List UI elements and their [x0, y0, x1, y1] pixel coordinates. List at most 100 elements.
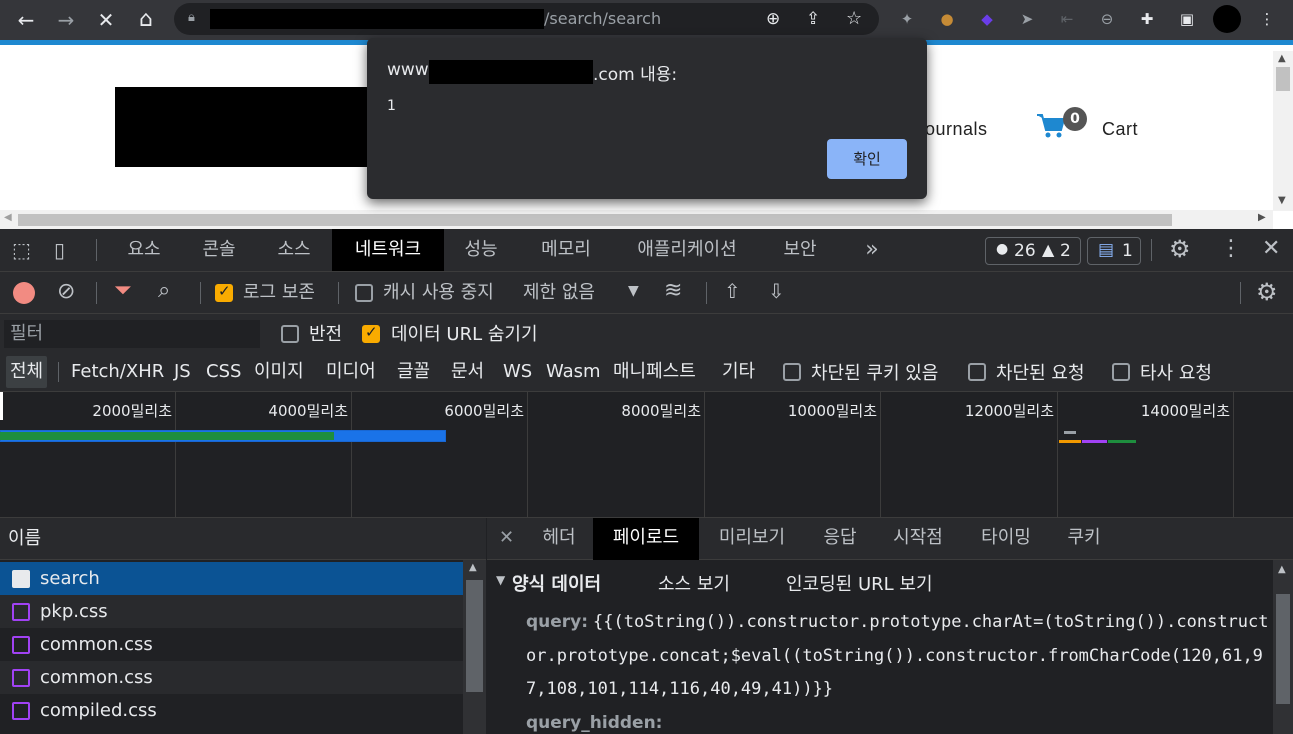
block-icon[interactable]: ⊖: [1096, 8, 1118, 30]
scrollbar-thumb[interactable]: [466, 580, 483, 692]
sidepanel-icon[interactable]: ▣: [1176, 8, 1198, 30]
scrollbar-thumb[interactable]: [18, 214, 1172, 226]
close-detail-icon[interactable]: ✕: [499, 527, 514, 548]
tab-preview[interactable]: 미리보기: [707, 518, 797, 560]
throttling-dropdown-icon[interactable]: ▼: [628, 283, 639, 299]
collapse-triangle-icon[interactable]: ▼: [496, 573, 505, 587]
error-warning-counter[interactable]: ● 26 ▲ 2: [985, 237, 1081, 265]
type-doc[interactable]: 문서: [447, 356, 488, 388]
form-data-title[interactable]: 양식 데이터: [512, 570, 601, 596]
nav-journals-link[interactable]: ournals: [925, 119, 988, 140]
invert-checkbox[interactable]: [281, 325, 299, 343]
scroll-left-icon[interactable]: ◀: [4, 212, 12, 223]
tab-security[interactable]: 보안: [768, 229, 832, 271]
type-ws[interactable]: WS: [499, 356, 536, 388]
network-overview-timeline[interactable]: 2000밀리초 4000밀리초 6000밀리초 8000밀리초 10000밀리초…: [0, 392, 1293, 518]
disable-cache-checkbox[interactable]: [355, 284, 373, 302]
scroll-up-icon[interactable]: ▲: [1278, 564, 1286, 575]
clear-icon[interactable]: ⊘: [57, 279, 75, 304]
tab-elements[interactable]: 요소: [112, 229, 176, 271]
extension-puzzle-icon[interactable]: ✦: [896, 8, 918, 30]
view-url-encoded-link[interactable]: 인코딩된 URL 보기: [786, 570, 933, 596]
alert-ok-button[interactable]: 확인: [827, 139, 907, 179]
type-fonts[interactable]: 글꼴: [393, 356, 434, 388]
type-all[interactable]: 전체: [6, 356, 48, 388]
filter-funnel-icon[interactable]: ⏷: [114, 278, 132, 303]
tab-cookies[interactable]: 쿠키: [1059, 518, 1109, 560]
name-column-header[interactable]: 이름: [0, 518, 486, 560]
hide-data-urls-checkbox[interactable]: [362, 323, 380, 343]
tab-response[interactable]: 응답: [813, 518, 867, 560]
record-icon[interactable]: [13, 282, 35, 304]
issues-counter[interactable]: ▤ 1: [1087, 237, 1141, 265]
network-settings-gear-icon[interactable]: ⚙: [1256, 278, 1278, 306]
tab-timing[interactable]: 타이밍: [971, 518, 1041, 560]
type-manifest[interactable]: 매니페스트: [609, 356, 700, 388]
scroll-down-icon[interactable]: ▼: [1278, 195, 1286, 206]
preserve-log-checkbox[interactable]: [215, 282, 233, 302]
back-icon[interactable]: ←: [12, 6, 40, 34]
network-conditions-icon[interactable]: ≋: [664, 278, 682, 303]
type-other[interactable]: 기타: [718, 356, 759, 388]
throttling-select[interactable]: 제한 없음: [523, 272, 595, 314]
request-row[interactable]: common.css: [0, 628, 463, 661]
tab-initiator[interactable]: 시작점: [883, 518, 953, 560]
blocked-cookies-checkbox[interactable]: [783, 363, 801, 381]
search-icon[interactable]: ⌕: [158, 278, 170, 303]
cookie-icon[interactable]: ●: [936, 8, 958, 30]
cart-link[interactable]: Cart: [1102, 119, 1138, 140]
page-horizontal-scrollbar[interactable]: ◀ ▶: [0, 210, 1273, 229]
home-icon[interactable]: ⌂: [132, 6, 160, 34]
stop-icon[interactable]: ✕: [92, 6, 120, 34]
filter-input[interactable]: 필터: [4, 320, 260, 348]
request-row[interactable]: compiled.css: [0, 694, 463, 727]
settings-gear-icon[interactable]: ⚙: [1169, 235, 1191, 263]
scroll-up-icon[interactable]: ▲: [469, 562, 477, 573]
scroll-right-icon[interactable]: ▶: [1258, 212, 1266, 223]
import-har-icon[interactable]: ⇧: [724, 279, 741, 303]
profile-avatar[interactable]: [1213, 5, 1241, 33]
device-toolbar-icon[interactable]: ▯: [54, 238, 65, 262]
type-images[interactable]: 이미지: [250, 356, 308, 388]
bookmark-star-icon[interactable]: ☆: [846, 8, 862, 29]
lock-icon[interactable]: 🔒︎: [188, 10, 195, 25]
tab-network[interactable]: 네트워크: [332, 229, 444, 271]
export-har-icon[interactable]: ⇩: [768, 279, 785, 303]
type-wasm[interactable]: Wasm: [542, 356, 605, 388]
type-media[interactable]: 미디어: [322, 356, 380, 388]
cart-icon[interactable]: [1036, 113, 1066, 139]
inspect-element-icon[interactable]: ⬚: [12, 238, 31, 262]
tab-payload[interactable]: 페이로드: [593, 518, 699, 560]
close-devtools-icon[interactable]: ✕: [1262, 236, 1280, 261]
share-icon[interactable]: ⇪: [806, 9, 820, 29]
detail-scrollbar[interactable]: ▲: [1273, 560, 1293, 734]
menu-kebab-icon[interactable]: ⋮: [1256, 8, 1278, 30]
view-source-link[interactable]: 소스 보기: [658, 570, 730, 596]
request-row[interactable]: common.css: [0, 661, 463, 694]
page-vertical-scrollbar[interactable]: ▲ ▼: [1273, 51, 1293, 211]
extension-arrow-icon[interactable]: ⇤: [1056, 8, 1078, 30]
type-js[interactable]: JS: [170, 356, 195, 388]
tab-sources[interactable]: 소스: [262, 229, 326, 271]
extensions-icon[interactable]: ✚: [1136, 8, 1158, 30]
zoom-icon[interactable]: ⊕: [766, 9, 780, 29]
extension-bird-icon[interactable]: ➤: [1016, 8, 1038, 30]
tab-headers[interactable]: 헤더: [529, 518, 589, 560]
blocked-requests-checkbox[interactable]: [968, 363, 986, 381]
tab-console[interactable]: 콘솔: [186, 229, 252, 271]
tab-memory[interactable]: 메모리: [526, 229, 606, 271]
third-party-checkbox[interactable]: [1112, 363, 1130, 381]
tab-performance[interactable]: 성능: [450, 229, 512, 271]
scroll-up-icon[interactable]: ▲: [1278, 53, 1286, 64]
scrollbar-thumb[interactable]: [1276, 594, 1290, 704]
type-css[interactable]: CSS: [202, 356, 245, 388]
tab-application[interactable]: 애플리케이션: [620, 229, 754, 271]
request-row[interactable]: search: [0, 562, 463, 595]
extension-cube-icon[interactable]: ◆: [976, 8, 998, 30]
devtools-menu-icon[interactable]: ⋮: [1220, 236, 1242, 261]
type-fetch-xhr[interactable]: Fetch/XHR: [67, 356, 168, 388]
forward-icon[interactable]: →: [52, 6, 80, 34]
request-list-scrollbar[interactable]: ▲: [463, 560, 486, 734]
request-row[interactable]: pkp.css: [0, 595, 463, 628]
address-bar[interactable]: 🔒︎ /search/search ⊕ ⇪ ☆: [174, 3, 879, 35]
